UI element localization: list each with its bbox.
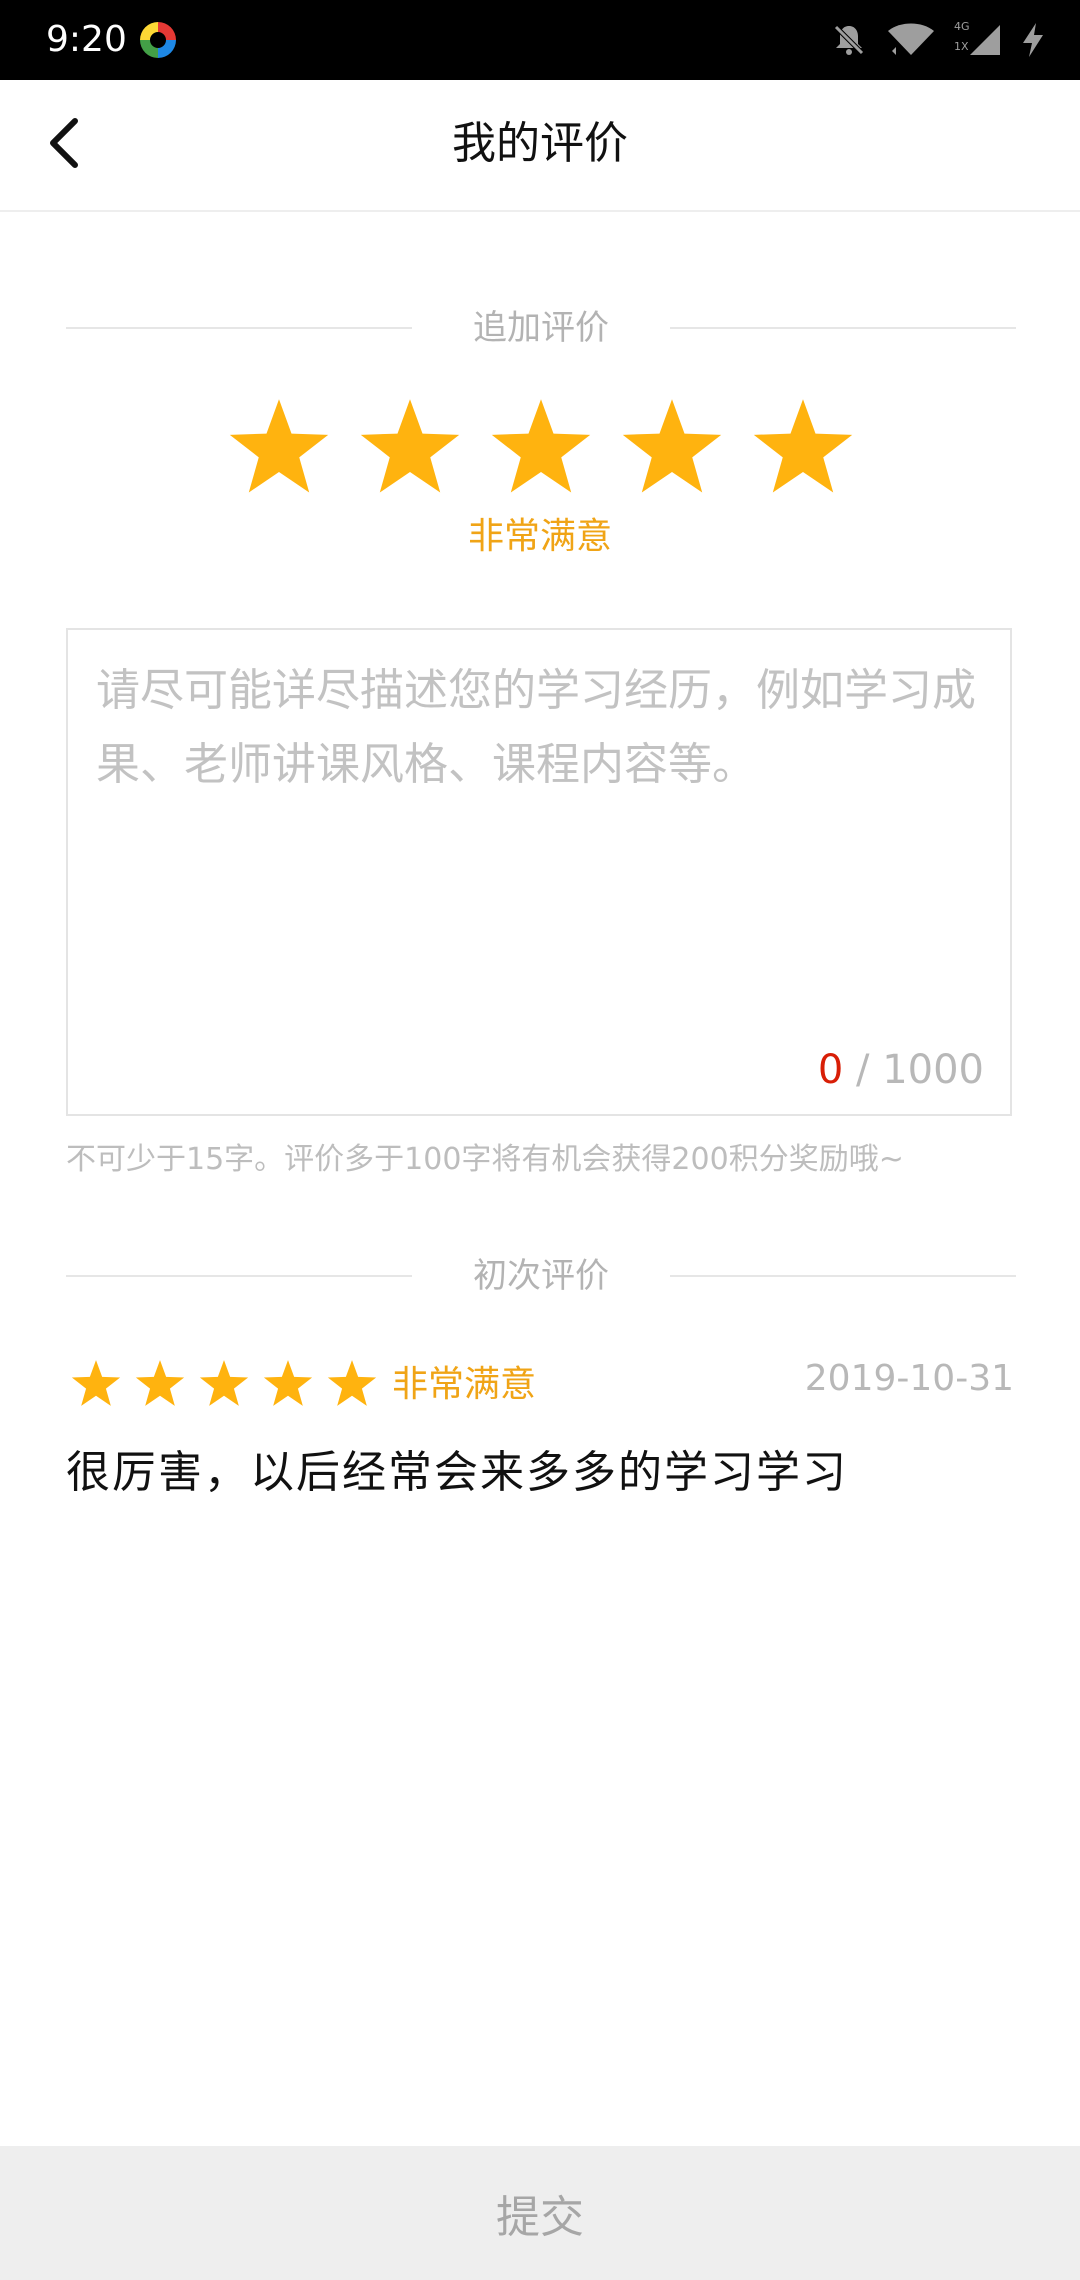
- rating-star-4[interactable]: [619, 395, 725, 501]
- rating-star-1[interactable]: [226, 395, 332, 501]
- initial-review-comment: 很厉害，以后经常会来多多的学习学习: [66, 1447, 848, 1498]
- review-box: 0 / 1000: [66, 628, 1012, 1116]
- char-count-limit: 1000: [882, 1047, 984, 1093]
- review-input[interactable]: [96, 654, 976, 1034]
- star-icon: [360, 399, 460, 493]
- star-icon: [229, 399, 329, 493]
- star-icon: [753, 399, 853, 493]
- star-icon: [198, 1358, 250, 1414]
- initial-review-divider: 初次评价: [66, 1246, 1016, 1306]
- cellular-4g-icon: 4G 1X: [954, 21, 1002, 59]
- rating-star-2[interactable]: [357, 395, 463, 501]
- mute-bell-icon: [830, 21, 868, 59]
- charging-bolt-icon: [1020, 21, 1046, 59]
- star-icon: [491, 399, 591, 493]
- hint-text: 不可少于15字。评价多于100字将有机会获得200积分奖励哦~: [66, 1142, 904, 1177]
- network-label-1x: 1X: [954, 40, 969, 53]
- star-icon: [326, 1358, 378, 1414]
- initial-rating-stars: [70, 1358, 378, 1414]
- status-bar: 9:20 4G 1X: [0, 0, 1080, 80]
- app-logo-icon: [138, 20, 178, 60]
- status-time: 9:20: [46, 19, 127, 60]
- network-label-4g: 4G: [954, 20, 970, 33]
- app-bar: 我的评价: [0, 80, 1080, 212]
- initial-review-date: 2019-10-31: [804, 1358, 1014, 1399]
- rating-star-5[interactable]: [750, 395, 856, 501]
- star-icon: [262, 1358, 314, 1414]
- star-icon: [622, 399, 722, 493]
- submit-button[interactable]: 提交: [0, 2146, 1080, 2280]
- rating-star-3[interactable]: [488, 395, 594, 501]
- char-count-separator: /: [843, 1047, 883, 1093]
- rating-label: 非常满意: [467, 516, 612, 557]
- star-icon: [70, 1358, 122, 1414]
- page-title: 我的评价: [452, 118, 628, 169]
- char-count-current: 0: [817, 1047, 844, 1093]
- rating-stars: [226, 395, 856, 505]
- divider-line: [670, 1275, 1016, 1277]
- wifi-icon: [886, 21, 936, 59]
- star-icon: [134, 1358, 186, 1414]
- divider-line: [670, 327, 1016, 329]
- additional-review-divider: 追加评价: [66, 298, 1016, 358]
- char-counter: 0 / 1000: [818, 1044, 984, 1096]
- initial-rating-label: 非常满意: [392, 1364, 537, 1405]
- status-icons: 4G 1X: [830, 18, 1046, 62]
